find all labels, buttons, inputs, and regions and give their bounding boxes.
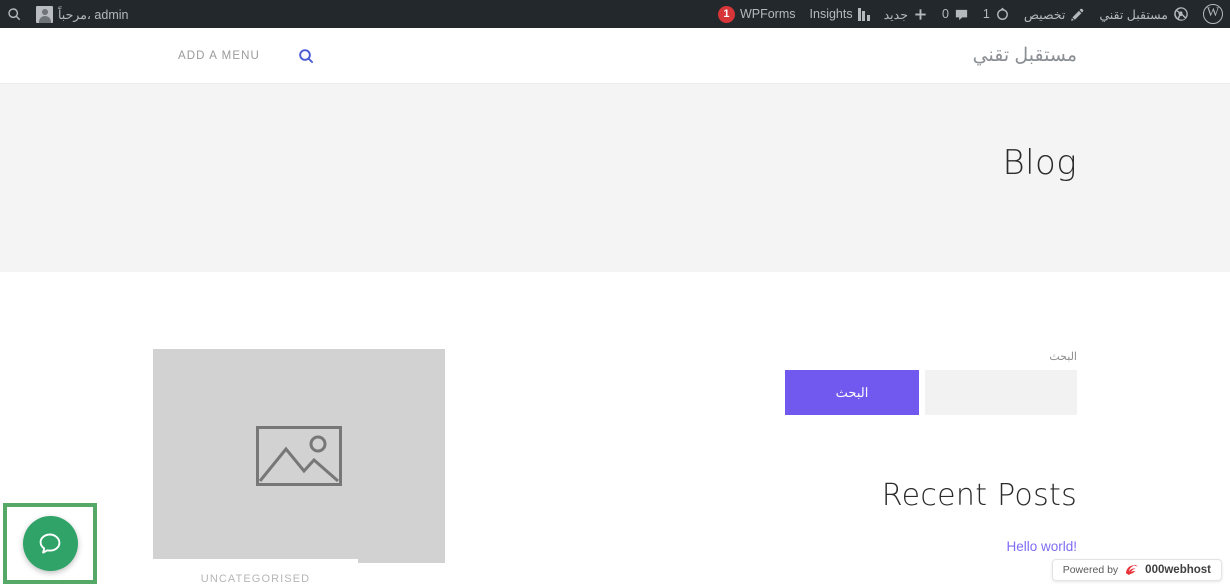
dashboard-icon [1174, 7, 1188, 21]
page-title: Blog [1002, 143, 1077, 183]
recent-post-link[interactable]: Hello world! [1006, 539, 1077, 554]
admin-bar-comments-count: 0 [941, 7, 949, 21]
avatar-icon [36, 5, 53, 23]
admin-bar-wpforms-label: WPForms [739, 7, 796, 21]
post-meta-box: UNCATEGORISED [153, 559, 358, 584]
list-item: Hello world! [785, 538, 1077, 556]
admin-bar-customize-label: تخصيص [1023, 7, 1066, 22]
admin-bar-left-group: مرحباً، admin [0, 0, 135, 28]
chat-bubble-icon [39, 533, 61, 554]
search-form: البحث [785, 370, 1077, 415]
search-input[interactable] [925, 370, 1077, 415]
admin-bar-item-my-account[interactable]: مرحباً، admin [29, 0, 135, 28]
admin-bar-item-site-name[interactable]: مستقبل تقني [1092, 0, 1196, 28]
admin-bar-updates-count: 1 [982, 7, 990, 21]
admin-bar-site-name-label: مستقبل تقني [1099, 7, 1168, 22]
admin-bar-new-label: جديد [883, 7, 908, 22]
site-header: مستقبل تقني ADD A MENU [0, 28, 1230, 84]
wp-admin-bar: مستقبل تقني تخصيص 1 0 جديد [0, 0, 1230, 28]
recent-posts-title: Recent Posts [881, 478, 1077, 513]
webhost-powered-label: Powered by [1062, 564, 1119, 576]
recent-posts-list: Hello world! [785, 538, 1077, 556]
search-icon [8, 7, 21, 20]
wpforms-notification-badge: 1 [717, 5, 735, 23]
post-category-link[interactable]: UNCATEGORISED [201, 573, 310, 584]
pencil-icon [1071, 8, 1084, 21]
widget-search: البحث البحث [785, 350, 1077, 415]
post-card: UNCATEGORISED [153, 349, 445, 584]
search-widget-label: البحث [1049, 351, 1077, 363]
site-navigation: ADD A MENU [178, 28, 315, 84]
chat-launcher-button[interactable] [22, 516, 78, 571]
add-a-menu-link[interactable]: ADD A MENU [178, 50, 260, 62]
comment-icon [955, 9, 968, 20]
site-title[interactable]: مستقبل تقني [973, 28, 1077, 84]
admin-bar-item-wpforms[interactable]: WPForms 1 [711, 0, 803, 28]
page-hero-band: Blog [0, 84, 1230, 272]
admin-bar-insights-label: Insights [809, 7, 853, 21]
admin-bar-item-wp-logo[interactable] [1196, 0, 1230, 28]
plus-icon [915, 8, 926, 20]
chat-widget-highlight-box [3, 503, 97, 584]
image-placeholder-icon [256, 426, 342, 486]
webhost-brand-label: 000webhost [1145, 564, 1211, 576]
admin-bar-item-search[interactable] [0, 0, 29, 28]
sidebar: البحث البحث Recent Posts Hello world! [785, 272, 1077, 564]
webhost-swirl-icon [1124, 563, 1139, 577]
admin-bar-right-group: مستقبل تقني تخصيص 1 0 جديد [711, 0, 1230, 28]
main-content: UNCATEGORISED البحث البحث Recent Posts H… [0, 272, 1230, 584]
widget-recent-posts: Recent Posts Hello world! [785, 478, 1077, 556]
search-submit-button[interactable]: البحث [785, 370, 919, 415]
admin-bar-item-insights[interactable]: Insights [803, 0, 877, 28]
admin-bar-item-customize[interactable]: تخصيص [1017, 0, 1092, 28]
post-thumbnail[interactable] [153, 349, 445, 563]
search-icon [299, 48, 314, 63]
header-search-toggle[interactable] [298, 48, 315, 65]
admin-bar-item-updates[interactable]: 1 [976, 0, 1017, 28]
admin-bar-item-new-content[interactable]: جديد [877, 0, 935, 28]
updates-icon [996, 7, 1008, 20]
admin-bar-greeting: مرحباً، admin [58, 7, 129, 22]
webhost-powered-badge[interactable]: Powered by 000webhost [1051, 559, 1222, 581]
admin-bar-item-comments[interactable]: 0 [935, 0, 976, 28]
wordpress-logo-icon [1203, 4, 1223, 24]
bar-chart-icon [857, 7, 870, 21]
